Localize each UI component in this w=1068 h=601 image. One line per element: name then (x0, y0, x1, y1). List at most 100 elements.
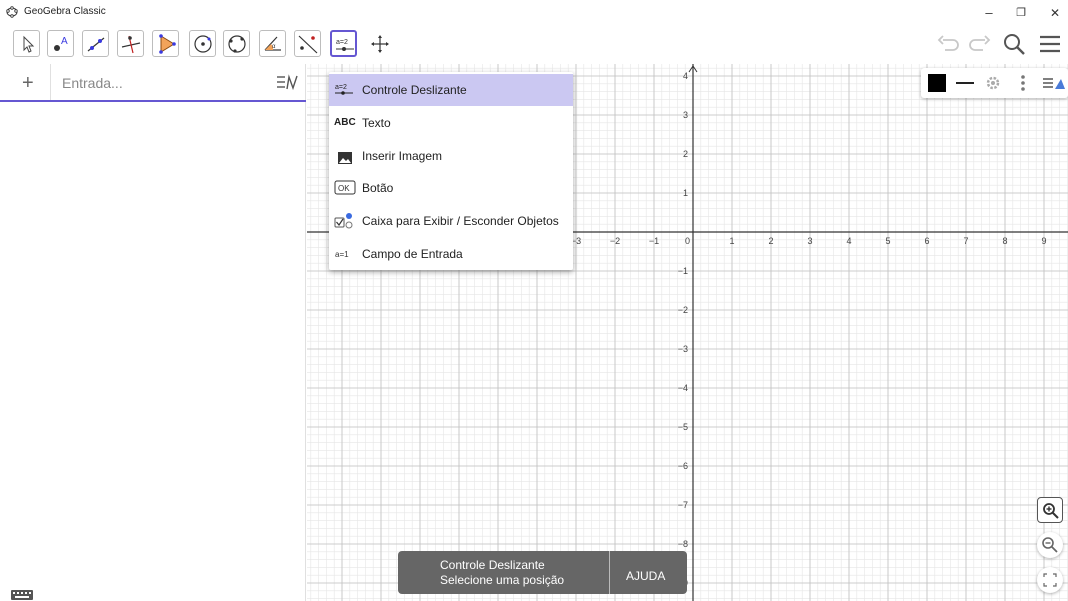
move-tool-button[interactable] (13, 30, 40, 57)
circle-three-points-tool-button[interactable] (223, 30, 250, 57)
text-tool-icon: ABC (334, 117, 356, 128)
y-tick-label: −8 (678, 539, 688, 549)
main-menu-icon[interactable] (1036, 30, 1064, 58)
menu-item-text[interactable]: ABC Texto (329, 107, 573, 139)
geogebra-logo-icon (6, 6, 18, 18)
menu-item-label: Campo de Entrada (362, 247, 463, 261)
algebra-view: + Entrada... (0, 64, 306, 601)
svg-text:a=2: a=2 (335, 84, 347, 91)
y-tick-label: −2 (678, 305, 688, 315)
perpendicular-line-icon (121, 35, 141, 54)
toolbar: A α a=2 (0, 26, 1068, 64)
checkbox-tool-icon (334, 213, 353, 229)
x-tick-label: 8 (1002, 236, 1007, 246)
menu-item-slider[interactable]: a=2 Controle Deslizante (329, 74, 573, 106)
arrow-cursor-icon (23, 35, 35, 53)
add-input-button[interactable]: + (22, 72, 34, 95)
x-tick-label: 2 (768, 236, 773, 246)
menu-item-label: Inserir Imagem (362, 149, 443, 163)
y-tick-label: −1 (678, 266, 688, 276)
x-tick-label: 3 (807, 236, 812, 246)
y-tick-label: −4 (678, 383, 688, 393)
y-tick-label: −7 (678, 500, 688, 510)
x-tick-label: 7 (963, 236, 968, 246)
angle-icon: α (264, 36, 281, 51)
more-options-icon[interactable] (1013, 73, 1033, 93)
help-button[interactable]: AJUDA (626, 569, 665, 583)
circle-center-point-icon (194, 35, 212, 53)
snackbar-divider (609, 551, 610, 594)
point-icon: A (54, 36, 68, 51)
svg-text:a=1: a=1 (335, 250, 349, 259)
redo-icon[interactable] (965, 30, 993, 58)
settings-gear-icon[interactable] (983, 73, 1003, 93)
svg-text:OK: OK (338, 184, 350, 193)
reflect-tool-button[interactable] (294, 30, 321, 57)
snackbar-message: Selecione uma posição (440, 573, 565, 587)
perpendicular-tool-button[interactable] (117, 30, 144, 57)
menu-item-button[interactable]: OK Botão (329, 172, 573, 204)
menu-item-insert-image[interactable]: Inserir Imagem (329, 140, 573, 172)
algebra-input-field[interactable]: Entrada... (62, 75, 123, 91)
restore-button[interactable]: ❐ (1006, 4, 1036, 22)
x-tick-label: 5 (885, 236, 890, 246)
y-tick-label: 2 (683, 149, 688, 159)
line-style-icon[interactable] (955, 73, 975, 93)
polygon-tool-button[interactable] (152, 30, 179, 57)
point-tool-button[interactable]: A (47, 30, 74, 57)
circle-three-points-icon (228, 35, 246, 53)
input-box-tool-icon: a=1 (335, 250, 349, 259)
zoom-out-icon (1042, 537, 1058, 553)
zoom-out-button[interactable] (1037, 532, 1063, 558)
fullscreen-icon (1043, 573, 1057, 587)
title-bar: GeoGebra Classic – ❐ ✕ (0, 0, 1068, 26)
circle-center-tool-button[interactable] (189, 30, 216, 57)
x-tick-label: 9 (1041, 236, 1046, 246)
line-icon (87, 37, 105, 52)
graphics-style-bar (921, 68, 1068, 98)
algebra-input-row[interactable]: + Entrada... (0, 64, 306, 102)
button-tool-icon: OK (334, 180, 356, 195)
undo-icon[interactable] (935, 30, 963, 58)
polygon-icon (159, 34, 176, 54)
menu-item-label: Texto (362, 116, 391, 130)
geogebra-window: GeoGebra Classic – ❐ ✕ A α a=2 + Entrada… (0, 0, 1068, 601)
x-tick-label: 6 (924, 236, 929, 246)
tool-help-snackbar: Controle Deslizante Selecione uma posiçã… (398, 551, 687, 594)
input-divider (50, 64, 51, 100)
x-tick-label: 1 (729, 236, 734, 246)
y-tick-label: −5 (678, 422, 688, 432)
zoom-in-button[interactable] (1037, 497, 1063, 523)
x-tick-label: 0 (685, 236, 690, 246)
x-tick-label: −1 (649, 236, 659, 246)
move-graphics-tool-button[interactable] (366, 30, 393, 57)
y-tick-label: 3 (683, 110, 688, 120)
menu-item-label: Caixa para Exibir / Esconder Objetos (362, 214, 559, 228)
keyboard-icon[interactable] (10, 589, 34, 601)
y-tick-label: −3 (678, 344, 688, 354)
close-button[interactable]: ✕ (1040, 4, 1068, 22)
search-icon[interactable] (1000, 30, 1028, 58)
move-graphics-icon (371, 35, 389, 53)
reflect-line-icon (298, 35, 318, 54)
y-tick-label: −6 (678, 461, 688, 471)
fullscreen-button[interactable] (1037, 567, 1063, 593)
zoom-in-icon (1043, 503, 1059, 519)
svg-text:A: A (61, 36, 68, 47)
menu-item-input-box[interactable]: a=1 Campo de Entrada (329, 238, 573, 270)
menu-item-label: Botão (362, 181, 394, 195)
algebra-menu-icon[interactable] (276, 74, 298, 92)
slider-icon: a=2 (336, 39, 354, 51)
y-tick-label: 4 (683, 71, 688, 81)
minimize-button[interactable]: – (974, 4, 1004, 22)
x-tick-label: −2 (610, 236, 620, 246)
window-title: GeoGebra Classic (24, 6, 106, 17)
toggle-style-bar-icon[interactable] (1041, 73, 1065, 93)
slider-tool-button[interactable]: a=2 (330, 30, 357, 57)
color-swatch-icon[interactable] (927, 73, 947, 93)
line-tool-button[interactable] (82, 30, 109, 57)
snackbar-title: Controle Deslizante (440, 558, 545, 572)
menu-item-checkbox[interactable]: Caixa para Exibir / Esconder Objetos (329, 205, 573, 237)
svg-text:α: α (272, 44, 276, 50)
angle-tool-button[interactable]: α (259, 30, 286, 57)
